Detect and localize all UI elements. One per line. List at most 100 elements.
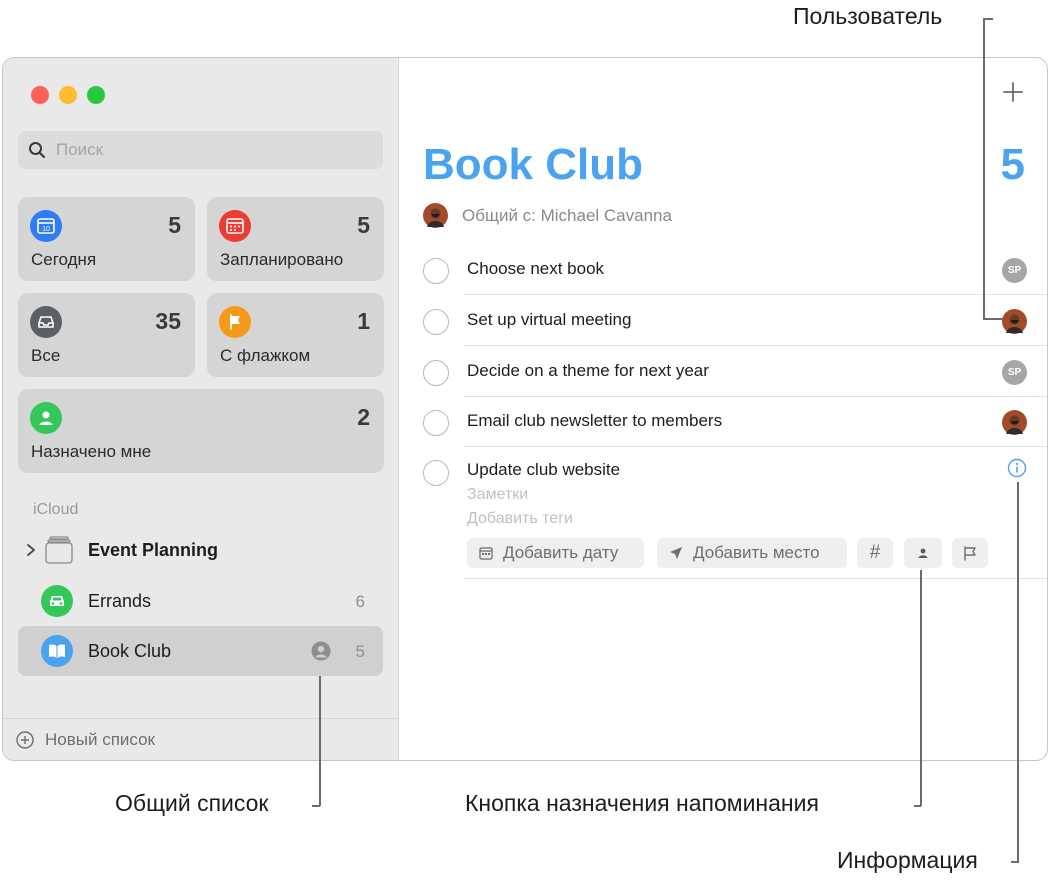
flag-outline-icon [964, 546, 976, 561]
smart-list-today[interactable]: 10 5 Сегодня [18, 197, 195, 281]
callout-line [914, 805, 921, 807]
reminder-row[interactable]: Set up virtual meeting [399, 295, 1047, 346]
person-icon [30, 402, 62, 434]
smart-list-assigned[interactable]: 2 Назначено мне [18, 389, 384, 473]
divider [463, 578, 1047, 579]
calendar-day-number: 10 [42, 226, 50, 233]
shared-person-icon [311, 641, 331, 661]
folder-group-icon [45, 536, 73, 564]
callout-user: Пользователь [793, 3, 943, 29]
list-name: Errands [88, 591, 152, 611]
notes-field[interactable]: Заметки [467, 486, 528, 504]
add-reminder-button[interactable] [1001, 80, 1025, 104]
reminder-title[interactable]: Choose next book [467, 259, 604, 279]
assignee-avatar[interactable]: SP [1002, 360, 1027, 385]
complete-checkbox[interactable] [423, 258, 449, 284]
callout-line [983, 318, 1003, 320]
calendar-small-icon [479, 547, 493, 560]
search-icon [29, 142, 46, 159]
avatar-photo [423, 203, 448, 228]
smart-list-flagged[interactable]: 1 С флажком [207, 293, 384, 377]
sidebar-item-event-planning[interactable]: Event Planning [18, 525, 383, 575]
assign-reminder-button[interactable] [904, 538, 942, 568]
sidebar-item-errands[interactable]: Errands 6 [18, 576, 383, 626]
sidebar: 10 5 Сегодня 5 Запланировано [3, 58, 399, 760]
plus-circle-icon [16, 730, 34, 749]
chevron-right-icon[interactable] [25, 543, 37, 557]
location-arrow-icon [670, 547, 682, 559]
smart-list-count: 5 [357, 212, 370, 238]
main-pane: Book Club 5 Общий с: Michael Cavanna Cho… [399, 58, 1047, 760]
reminder-title[interactable]: Set up virtual meeting [467, 310, 631, 330]
smart-list-label: Все [31, 346, 61, 365]
complete-checkbox[interactable] [423, 360, 449, 386]
add-location-button[interactable]: Добавить место [657, 538, 847, 568]
callout-line [983, 18, 993, 20]
callout-line [319, 676, 321, 806]
assignee-avatar[interactable]: SP [1002, 258, 1027, 283]
calendar-day-icon: 10 [30, 210, 62, 242]
tags-field[interactable]: Добавить теги [467, 510, 573, 528]
list-name: Event Planning [88, 540, 219, 560]
car-icon [41, 585, 73, 617]
reminder-title-input[interactable]: Update club website [467, 460, 620, 480]
smart-list-label: Назначено мне [31, 442, 152, 461]
flag-icon [219, 306, 251, 338]
reminder-title[interactable]: Decide on a theme for next year [467, 361, 709, 381]
reminder-title[interactable]: Email club newsletter to members [467, 411, 722, 431]
callout-line [983, 18, 985, 319]
smart-list-all[interactable]: 35 Все [18, 293, 195, 377]
smart-list-scheduled[interactable]: 5 Запланировано [207, 197, 384, 281]
zoom-window-button[interactable] [87, 86, 105, 104]
flag-reminder-button[interactable] [952, 538, 988, 568]
callout-shared-list: Общий список [115, 790, 269, 816]
smart-list-count: 2 [357, 404, 370, 430]
callout-line [920, 570, 922, 806]
reminder-row[interactable]: Email club newsletter to members [399, 396, 1047, 447]
add-date-button[interactable]: Добавить дату [467, 538, 644, 568]
search-input[interactable] [56, 140, 356, 160]
list-title: Book Club [423, 140, 643, 189]
add-location-label: Добавить место [693, 543, 820, 562]
person-small-icon [918, 548, 928, 558]
smart-list-label: Запланировано [220, 250, 344, 269]
reminders-window: 10 5 Сегодня 5 Запланировано [2, 57, 1048, 761]
smart-list-count: 35 [155, 308, 181, 334]
list-count: 5 [355, 642, 365, 661]
callout-line [312, 805, 320, 807]
smart-list-count: 5 [168, 212, 181, 238]
complete-checkbox[interactable] [423, 309, 449, 335]
reminder-row[interactable]: Choose next book SP [399, 244, 1047, 295]
section-header-icloud: iCloud [33, 501, 79, 518]
new-list-button[interactable]: Новый список [3, 718, 398, 760]
info-icon[interactable] [1007, 458, 1027, 478]
add-tag-button[interactable]: # [857, 538, 893, 568]
sidebar-item-book-club[interactable]: Book Club 5 [18, 626, 383, 676]
tray-icon [30, 306, 62, 338]
smart-list-count: 1 [357, 308, 370, 334]
hashtag-icon: # [869, 542, 881, 563]
list-count: 6 [355, 592, 365, 611]
smart-list-label: Сегодня [31, 250, 97, 269]
shared-with-row: Общий с: Michael Cavanna [423, 203, 672, 228]
add-date-label: Добавить дату [503, 543, 619, 562]
minimize-window-button[interactable] [59, 86, 77, 104]
assignee-avatar[interactable] [1002, 309, 1027, 334]
close-window-button[interactable] [31, 86, 49, 104]
assignee-avatar[interactable] [1002, 410, 1027, 435]
reminder-row[interactable]: Decide on a theme for next year SP [399, 346, 1047, 397]
book-icon [41, 635, 73, 667]
new-list-label: Новый список [45, 729, 155, 749]
smart-list-label: С флажком [220, 346, 311, 365]
callout-assign-button: Кнопка назначения напоминания [465, 790, 819, 816]
shared-with-text: Общий с: Michael Cavanna [462, 205, 672, 225]
list-total-count: 5 [1000, 140, 1025, 189]
calendar-icon [219, 210, 251, 242]
complete-checkbox[interactable] [423, 410, 449, 436]
callout-info: Информация [837, 847, 978, 873]
callout-line [1011, 861, 1019, 863]
list-name: Book Club [88, 641, 172, 661]
callout-line [1017, 482, 1019, 862]
complete-checkbox[interactable] [423, 460, 449, 486]
search-field[interactable] [18, 131, 383, 169]
